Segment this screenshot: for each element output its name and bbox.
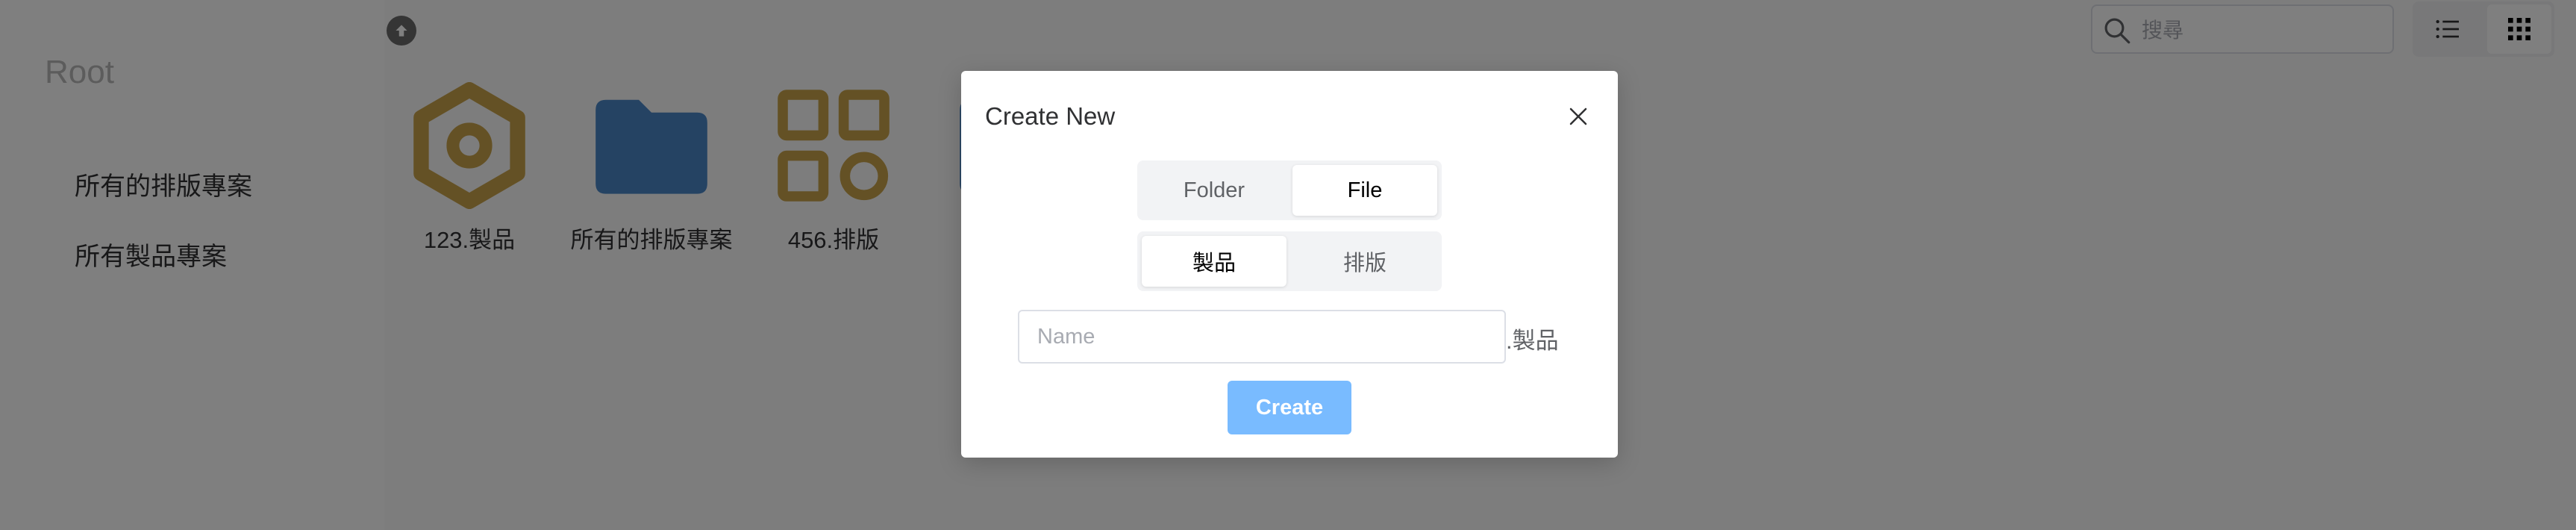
kind-option-product[interactable]: 製品 — [1142, 236, 1287, 287]
type-segmented-control: Folder File — [1137, 160, 1442, 220]
close-button[interactable] — [1560, 98, 1597, 135]
create-new-dialog: Create New Folder File 製品 排版 .製品 Create — [961, 71, 1618, 458]
name-input[interactable] — [1018, 310, 1506, 364]
create-button[interactable]: Create — [1228, 381, 1351, 434]
dialog-title: Create New — [985, 102, 1116, 130]
type-option-folder[interactable]: Folder — [1142, 165, 1287, 216]
type-option-file[interactable]: File — [1292, 165, 1437, 216]
kind-option-layout[interactable]: 排版 — [1292, 236, 1437, 287]
kind-segmented-control: 製品 排版 — [1137, 231, 1442, 291]
name-suffix: .製品 — [1506, 328, 1559, 354]
close-icon — [1569, 107, 1587, 125]
